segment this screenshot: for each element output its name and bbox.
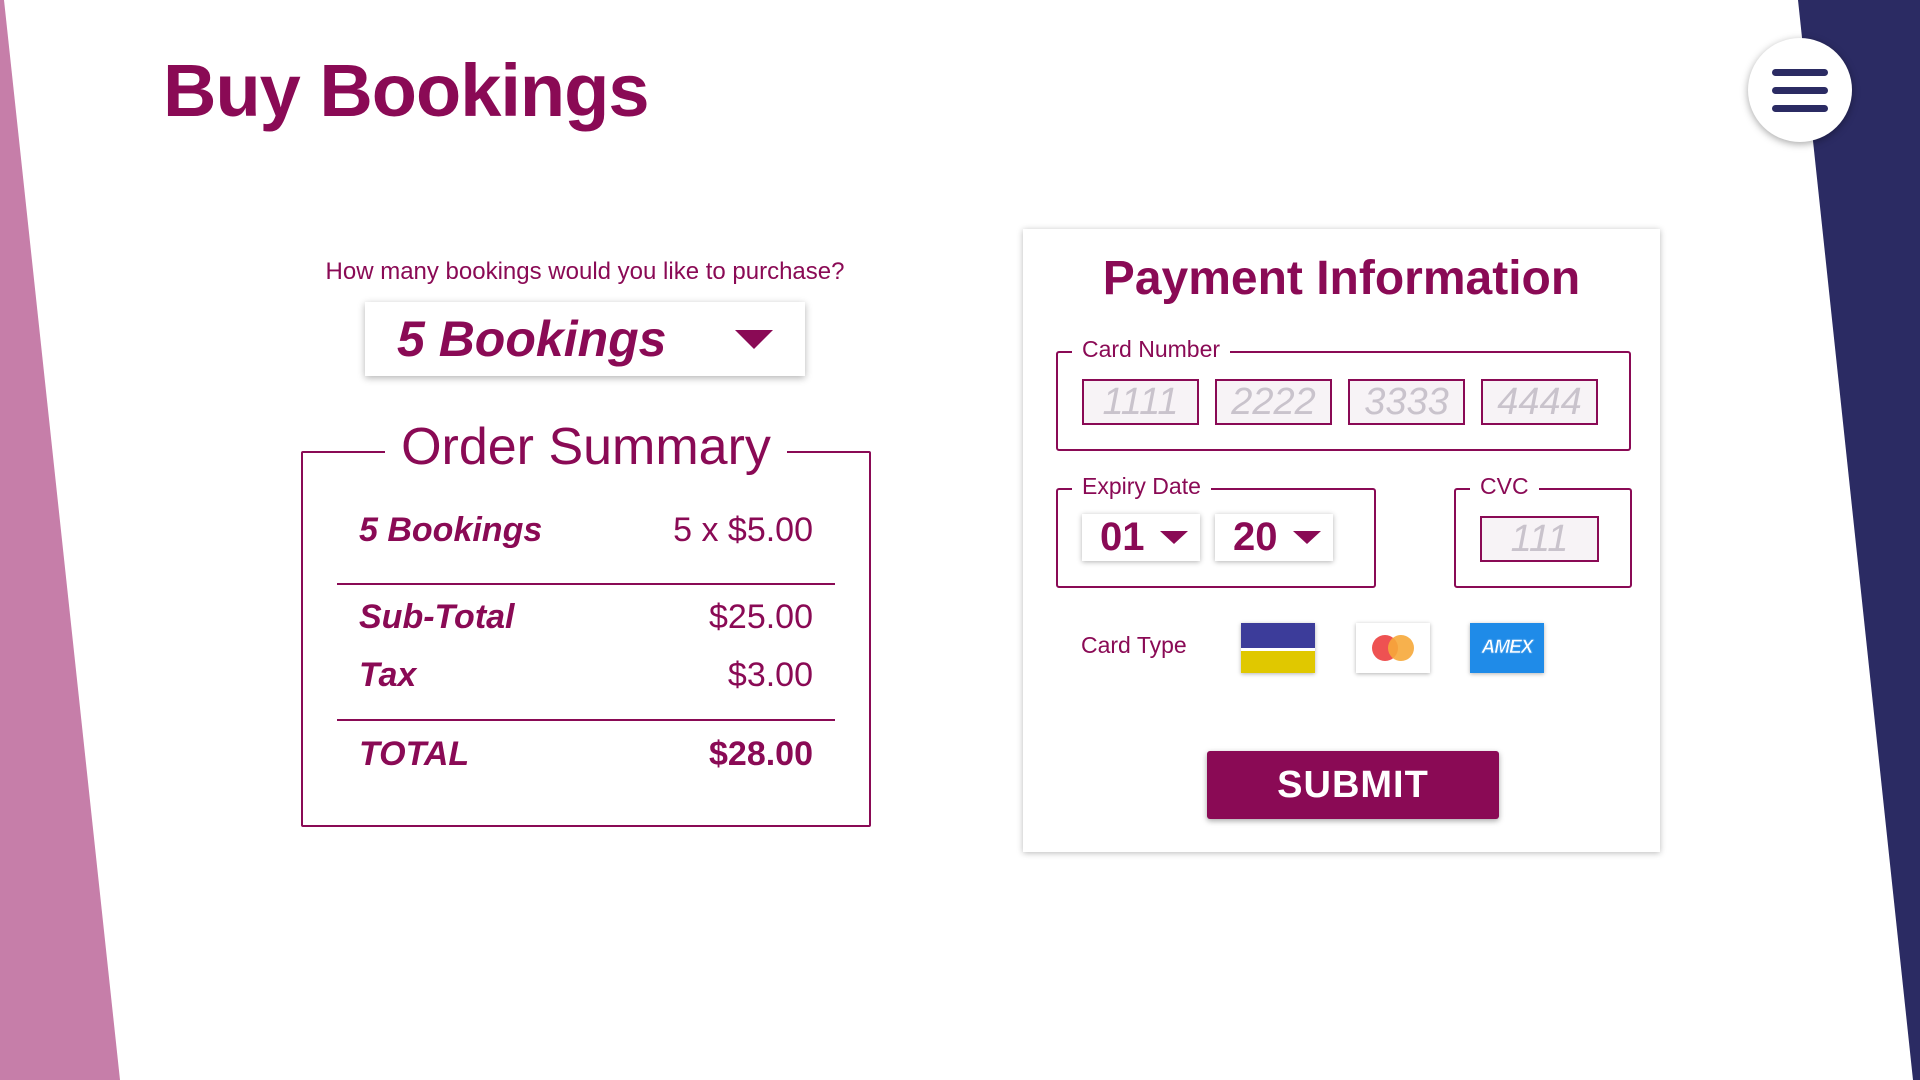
visa-card-icon[interactable] — [1241, 623, 1315, 673]
card-number-input-2[interactable]: 2222 — [1215, 379, 1332, 425]
bookings-quantity-value: 5 Bookings — [397, 311, 667, 367]
chevron-down-icon — [1160, 531, 1188, 544]
expiry-month-value: 01 — [1100, 515, 1145, 559]
cvc-label: CVC — [1470, 473, 1539, 500]
total-amount: $28.00 — [709, 735, 813, 773]
expiry-year-value: 20 — [1233, 515, 1278, 559]
chevron-down-icon — [1293, 531, 1321, 544]
order-summary-title-wrap: Order Summary — [303, 417, 869, 477]
total-label: TOTAL — [359, 735, 470, 773]
card-number-input-4[interactable]: 4444 — [1481, 379, 1598, 425]
order-summary: Order Summary 5 Bookings 5 x $5.00 Sub-T… — [301, 418, 871, 827]
card-number-input-1[interactable]: 1111 — [1082, 379, 1199, 425]
expiry-date-label: Expiry Date — [1072, 473, 1211, 500]
cvc-input[interactable]: 111 — [1480, 516, 1599, 562]
tax-label: Tax — [359, 656, 417, 694]
summary-divider — [337, 719, 835, 721]
card-type-label: Card Type — [1081, 632, 1187, 658]
subtotal-amount: $25.00 — [709, 598, 813, 636]
expiry-month-select[interactable]: 01 — [1082, 514, 1200, 561]
card-number-group: Card Number 1111 2222 3333 4444 — [1056, 336, 1631, 451]
page-title: Buy Bookings — [163, 49, 649, 132]
hamburger-menu-icon-bar — [1772, 86, 1828, 94]
summary-line-item: 5 Bookings 5 x $5.00 — [359, 511, 813, 550]
order-summary-title: Order Summary — [385, 418, 787, 476]
chevron-down-icon — [735, 329, 773, 349]
tax-amount: $3.00 — [727, 656, 813, 694]
line-item-label: 5 Bookings — [359, 511, 543, 549]
bookings-quantity-select[interactable]: 5 Bookings — [365, 302, 805, 376]
left-decorative-band — [0, 0, 120, 1080]
amex-card-icon[interactable]: AMEX — [1470, 623, 1544, 673]
amex-logo-text: AMEX — [1481, 637, 1533, 659]
expiry-year-select[interactable]: 20 — [1215, 514, 1333, 561]
cvc-group: CVC 111 — [1454, 473, 1632, 588]
summary-total: TOTAL $28.00 — [359, 735, 813, 774]
payment-title: Payment Information — [1102, 252, 1581, 305]
menu-button[interactable] — [1748, 38, 1852, 142]
submit-button[interactable]: SUBMIT — [1207, 751, 1499, 819]
quantity-question: How many bookings would you like to purc… — [325, 258, 845, 285]
summary-divider — [337, 583, 835, 585]
card-number-label: Card Number — [1072, 336, 1231, 363]
mastercard-icon[interactable] — [1356, 623, 1430, 673]
summary-tax: Tax $3.00 — [359, 656, 813, 695]
subtotal-label: Sub-Total — [359, 598, 515, 636]
payment-information-card: Payment Information Card Number 1111 222… — [1023, 229, 1660, 852]
summary-subtotal: Sub-Total $25.00 — [359, 598, 813, 637]
right-decorative-band — [1798, 0, 1920, 1080]
hamburger-menu-icon-bar — [1772, 104, 1828, 112]
line-item-amount: 5 x $5.00 — [673, 511, 813, 549]
hamburger-menu-icon — [1772, 68, 1828, 76]
expiry-date-group: Expiry Date 01 20 — [1056, 473, 1376, 588]
card-number-input-3[interactable]: 3333 — [1348, 379, 1465, 425]
